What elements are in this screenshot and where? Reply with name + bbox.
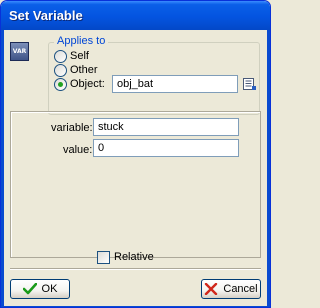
radio-self-button[interactable] <box>54 50 67 63</box>
dialog-content: VAR Applies to Self Other Object: obj_ba… <box>4 30 267 306</box>
check-icon <box>22 283 37 295</box>
close-icon <box>205 283 218 295</box>
radio-self-label: Self <box>70 50 89 62</box>
radio-other-button[interactable] <box>54 64 67 77</box>
object-field[interactable]: obj_bat <box>112 75 238 93</box>
relative-label: Relative <box>114 251 154 263</box>
object-browse-icon[interactable] <box>243 78 256 91</box>
radio-object-label: Object: <box>70 78 105 90</box>
button-area-divider <box>10 268 261 269</box>
applies-to-label: Applies to <box>54 35 109 47</box>
var-icon: VAR <box>10 42 29 61</box>
set-variable-dialog: Set Variable VAR Applies to Self Other O… <box>0 0 271 308</box>
ok-button-label: OK <box>41 283 58 295</box>
value-label: value: <box>63 144 93 156</box>
cancel-button[interactable]: Cancel <box>201 279 261 299</box>
title-bar[interactable]: Set Variable <box>1 1 270 30</box>
value-input[interactable]: 0 <box>93 139 239 157</box>
relative-checkbox[interactable] <box>97 251 110 264</box>
radio-object-button[interactable] <box>54 78 67 91</box>
variable-input[interactable]: stuck <box>93 118 239 136</box>
radio-other-label: Other <box>70 64 98 76</box>
variable-label: variable: <box>51 122 93 134</box>
cancel-button-label: Cancel <box>223 283 258 295</box>
window-frame-right <box>267 30 270 307</box>
window-title: Set Variable <box>9 8 83 23</box>
ok-button[interactable]: OK <box>10 279 70 299</box>
